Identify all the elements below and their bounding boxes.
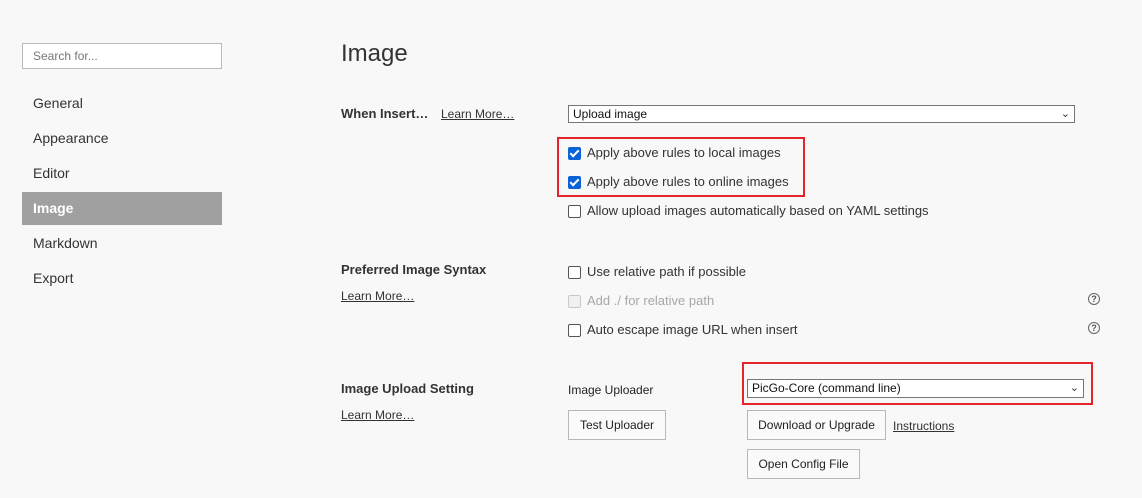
relative-path-label: Use relative path if possible <box>587 264 746 279</box>
help-icon[interactable]: ? <box>1088 293 1100 305</box>
add-dot-slash-label: Add ./ for relative path <box>587 293 715 308</box>
when-insert-select[interactable]: Upload image ⌄ <box>568 105 1075 123</box>
search-input[interactable] <box>23 44 221 68</box>
page-title: Image <box>341 40 408 67</box>
sidebar-item-editor[interactable]: Editor <box>22 157 222 190</box>
sidebar-nav: General Appearance Editor Image Markdown… <box>22 87 222 297</box>
allow-yaml-upload-label: Allow upload images automatically based … <box>587 203 929 218</box>
syntax-learn-more-link[interactable]: Learn More… <box>341 289 414 303</box>
instructions-link[interactable]: Instructions <box>893 419 954 433</box>
search-box[interactable] <box>22 43 222 69</box>
sidebar-item-appearance[interactable]: Appearance <box>22 122 222 155</box>
auto-escape-label: Auto escape image URL when insert <box>587 322 798 337</box>
allow-yaml-upload-checkbox[interactable] <box>568 205 581 218</box>
sidebar-item-export[interactable]: Export <box>22 262 222 295</box>
download-upgrade-button[interactable]: Download or Upgrade <box>747 410 886 440</box>
uploader-select[interactable]: PicGo-Core (command line) ⌄ <box>747 379 1084 398</box>
apply-online-images-checkbox[interactable] <box>568 176 581 189</box>
relative-path-checkbox[interactable] <box>568 266 581 279</box>
syntax-title: Preferred Image Syntax <box>341 262 487 277</box>
auto-escape-checkbox[interactable] <box>568 324 581 337</box>
chevron-down-icon: ⌄ <box>1069 382 1079 394</box>
apply-local-images-checkbox[interactable] <box>568 147 581 160</box>
sidebar-item-general[interactable]: General <box>22 87 222 120</box>
when-insert-learn-more-link[interactable]: Learn More… <box>441 107 514 121</box>
upload-learn-more-link[interactable]: Learn More… <box>341 408 414 422</box>
chevron-down-icon: ⌄ <box>1060 108 1070 120</box>
upload-title: Image Upload Setting <box>341 381 474 396</box>
apply-local-images-label: Apply above rules to local images <box>587 145 781 160</box>
open-config-button[interactable]: Open Config File <box>747 449 860 479</box>
help-icon[interactable]: ? <box>1088 322 1100 334</box>
sidebar-item-image[interactable]: Image <box>22 192 222 225</box>
add-dot-slash-checkbox <box>568 295 581 308</box>
when-insert-select-value: Upload image <box>573 107 648 121</box>
uploader-select-value: PicGo-Core (command line) <box>752 381 901 395</box>
sidebar-item-markdown[interactable]: Markdown <box>22 227 222 260</box>
uploader-label: Image Uploader <box>568 383 654 397</box>
test-uploader-button[interactable]: Test Uploader <box>568 410 666 440</box>
apply-online-images-label: Apply above rules to online images <box>587 174 789 189</box>
when-insert-title: When Insert… <box>341 106 429 121</box>
